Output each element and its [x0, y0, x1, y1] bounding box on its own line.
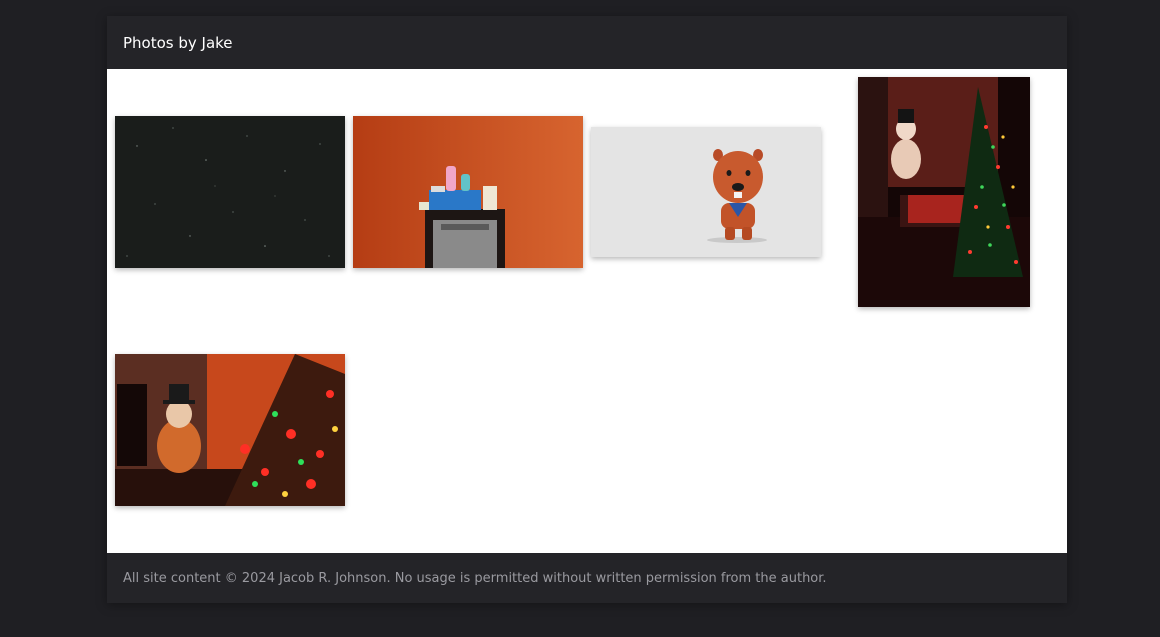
basket-cabinet-image [353, 116, 583, 268]
beaver-toy-image [591, 127, 821, 257]
gallery-photo-beaver-toy[interactable] [591, 127, 821, 257]
gallery-photo-snowman-tree-landscape[interactable] [115, 354, 345, 506]
site-header: Photos by Jake [107, 16, 1067, 69]
content-card: Photos by Jake All site content © 2024 J… [107, 16, 1067, 603]
site-footer: All site content © 2024 Jacob R. Johnson… [107, 553, 1067, 603]
gallery-photo-night-sky[interactable] [115, 116, 345, 268]
gallery-photo-basket-cabinet[interactable] [353, 116, 583, 268]
copyright-notice: All site content © 2024 Jacob R. Johnson… [123, 571, 827, 586]
site-title[interactable]: Photos by Jake [123, 33, 233, 53]
snowman-tree-landscape-image [115, 354, 345, 506]
night-sky-image [115, 116, 345, 268]
gallery-photo-snowman-tree-portrait[interactable] [858, 77, 1030, 307]
photo-gallery [107, 69, 1067, 553]
snowman-tree-portrait-image [858, 77, 1030, 307]
